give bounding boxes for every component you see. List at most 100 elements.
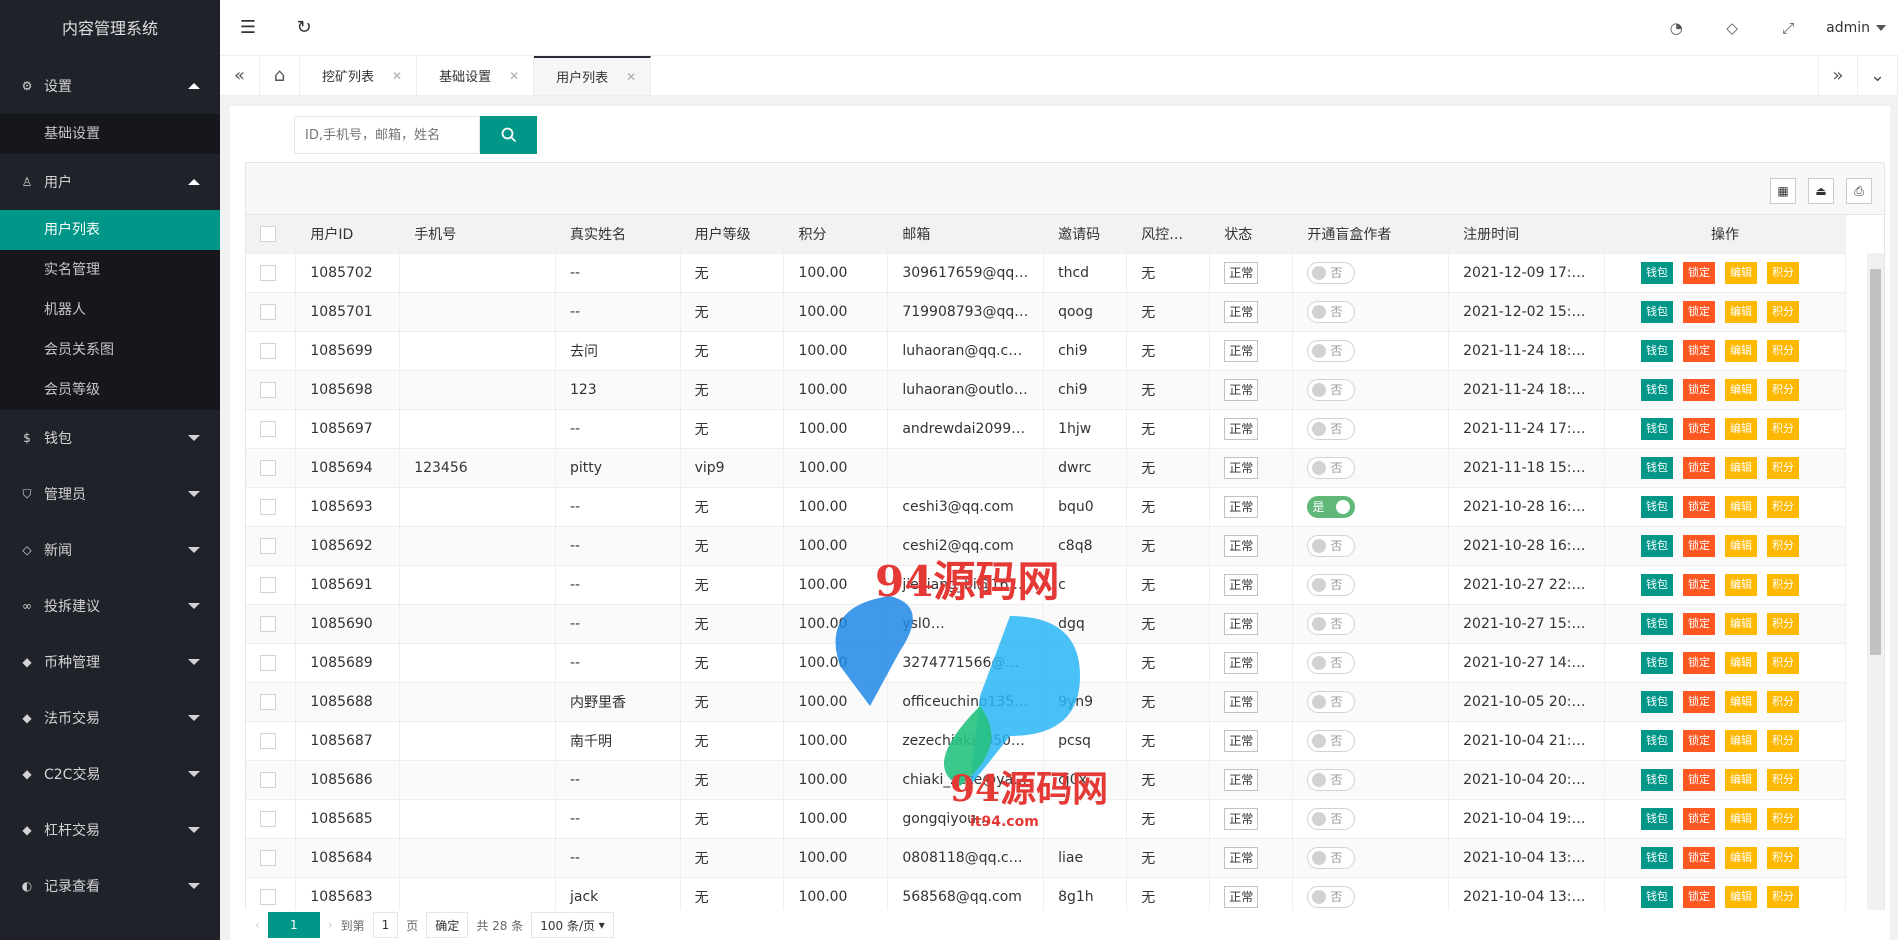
points-button[interactable]: 积分	[1766, 768, 1799, 791]
row-checkbox[interactable]	[260, 654, 276, 671]
sidebar-item[interactable]: 会员等级	[0, 370, 220, 410]
lock-button[interactable]: 锁定	[1682, 729, 1715, 752]
points-button[interactable]: 积分	[1766, 612, 1799, 635]
page-current[interactable]: 1	[267, 912, 320, 938]
sidebar-group-0[interactable]: ⚙ 设置	[0, 58, 220, 114]
row-checkbox[interactable]	[260, 615, 276, 632]
lock-button[interactable]: 锁定	[1682, 339, 1715, 362]
close-icon[interactable]: ✕	[626, 70, 636, 84]
points-button[interactable]: 积分	[1766, 378, 1799, 401]
status-badge[interactable]: 正常	[1224, 378, 1259, 401]
lock-button[interactable]: 锁定	[1682, 378, 1715, 401]
points-button[interactable]: 积分	[1766, 807, 1799, 830]
refresh-icon[interactable]: ↻	[276, 0, 332, 56]
author-toggle[interactable]: 否	[1307, 729, 1356, 752]
author-toggle[interactable]: 否	[1307, 573, 1356, 596]
author-toggle[interactable]: 是	[1307, 495, 1356, 518]
sidebar-group-2[interactable]: $ 钱包	[0, 410, 220, 466]
wallet-button[interactable]: 钱包	[1640, 573, 1673, 596]
author-toggle[interactable]: 否	[1307, 807, 1356, 830]
lock-button[interactable]: 锁定	[1682, 690, 1715, 713]
edit-button[interactable]: 编辑	[1724, 573, 1757, 596]
wallet-button[interactable]: 钱包	[1640, 534, 1673, 557]
status-badge[interactable]: 正常	[1224, 495, 1259, 518]
confirm-button[interactable]: 确定	[426, 912, 469, 938]
edit-button[interactable]: 编辑	[1724, 846, 1757, 869]
edit-button[interactable]: 编辑	[1724, 495, 1757, 518]
column-header[interactable]: 积分	[783, 215, 889, 254]
edit-button[interactable]: 编辑	[1724, 378, 1757, 401]
column-header[interactable]: 风控…	[1126, 215, 1211, 254]
edit-button[interactable]: 编辑	[1724, 339, 1757, 362]
lock-button[interactable]: 锁定	[1682, 885, 1715, 908]
wallet-button[interactable]: 钱包	[1640, 885, 1673, 908]
wallet-button[interactable]: 钱包	[1640, 846, 1673, 869]
wallet-button[interactable]: 钱包	[1640, 807, 1673, 830]
points-button[interactable]: 积分	[1766, 690, 1799, 713]
wallet-button[interactable]: 钱包	[1640, 612, 1673, 635]
sidebar-item[interactable]: 基础设置	[0, 114, 220, 154]
edit-button[interactable]: 编辑	[1724, 612, 1757, 635]
lock-button[interactable]: 锁定	[1682, 612, 1715, 635]
column-header[interactable]: 手机号	[399, 215, 556, 254]
column-header[interactable]: 邀请码	[1043, 215, 1128, 254]
author-toggle[interactable]: 否	[1307, 690, 1356, 713]
status-badge[interactable]: 正常	[1224, 300, 1259, 323]
points-button[interactable]: 积分	[1766, 846, 1799, 869]
sidebar-group-9[interactable]: ◆ 杠杆交易	[0, 802, 220, 858]
edit-button[interactable]: 编辑	[1724, 534, 1757, 557]
column-header[interactable]: 用户ID	[295, 215, 401, 254]
points-button[interactable]: 积分	[1766, 261, 1799, 284]
fullscreen-icon[interactable]: ⤢	[1760, 0, 1816, 56]
author-toggle[interactable]: 否	[1307, 651, 1356, 674]
points-button[interactable]: 积分	[1766, 534, 1799, 557]
column-header[interactable]: 真实姓名	[555, 215, 681, 254]
wallet-button[interactable]: 钱包	[1640, 339, 1673, 362]
status-badge[interactable]: 正常	[1224, 729, 1259, 752]
column-header[interactable]: 状态	[1209, 215, 1294, 254]
print-icon[interactable]: ⎙	[1846, 178, 1872, 204]
user-menu[interactable]: admin	[1816, 20, 1898, 36]
sidebar-group-3[interactable]: ⛉ 管理员	[0, 466, 220, 522]
close-icon[interactable]: ✕	[392, 69, 402, 83]
prev-page-icon[interactable]: ‹	[255, 918, 260, 932]
sidebar-group-8[interactable]: ◆ C2C交易	[0, 746, 220, 802]
edit-button[interactable]: 编辑	[1724, 417, 1757, 440]
tag-icon[interactable]: ◇	[1704, 0, 1760, 56]
sidebar-item[interactable]: 实名管理	[0, 250, 220, 290]
status-badge[interactable]: 正常	[1224, 846, 1259, 869]
status-badge[interactable]: 正常	[1224, 768, 1259, 791]
lock-button[interactable]: 锁定	[1682, 846, 1715, 869]
row-checkbox[interactable]	[260, 303, 276, 320]
author-toggle[interactable]: 否	[1307, 261, 1356, 284]
row-checkbox[interactable]	[260, 420, 276, 437]
edit-button[interactable]: 编辑	[1724, 807, 1757, 830]
sidebar-group-7[interactable]: ◆ 法币交易	[0, 690, 220, 746]
wallet-button[interactable]: 钱包	[1640, 417, 1673, 440]
points-button[interactable]: 积分	[1766, 339, 1799, 362]
column-header[interactable]: 操作	[1604, 215, 1847, 254]
columns-filter-icon[interactable]: ▦	[1770, 178, 1796, 204]
edit-button[interactable]: 编辑	[1724, 768, 1757, 791]
points-button[interactable]: 积分	[1766, 573, 1799, 596]
status-badge[interactable]: 正常	[1224, 690, 1259, 713]
sidebar-group-5[interactable]: ∞ 投拆建议	[0, 578, 220, 634]
status-badge[interactable]: 正常	[1224, 573, 1259, 596]
row-checkbox[interactable]	[260, 888, 276, 905]
lock-button[interactable]: 锁定	[1682, 807, 1715, 830]
sidebar-group-10[interactable]: ◐ 记录查看	[0, 858, 220, 914]
author-toggle[interactable]: 否	[1307, 456, 1356, 479]
tab[interactable]: 挖矿列表 ✕	[300, 56, 418, 95]
status-badge[interactable]: 正常	[1224, 885, 1259, 908]
author-toggle[interactable]: 否	[1307, 612, 1356, 635]
points-button[interactable]: 积分	[1766, 456, 1799, 479]
wallet-button[interactable]: 钱包	[1640, 495, 1673, 518]
column-header[interactable]: 用户等级	[680, 215, 785, 254]
status-badge[interactable]: 正常	[1224, 339, 1259, 362]
row-checkbox[interactable]	[260, 342, 276, 359]
tabs-scroll-right-icon[interactable]: »	[1818, 56, 1858, 95]
points-button[interactable]: 积分	[1766, 885, 1799, 908]
sidebar-item[interactable]: 用户列表	[0, 210, 220, 250]
home-icon[interactable]: ⌂	[260, 56, 300, 95]
points-button[interactable]: 积分	[1766, 651, 1799, 674]
